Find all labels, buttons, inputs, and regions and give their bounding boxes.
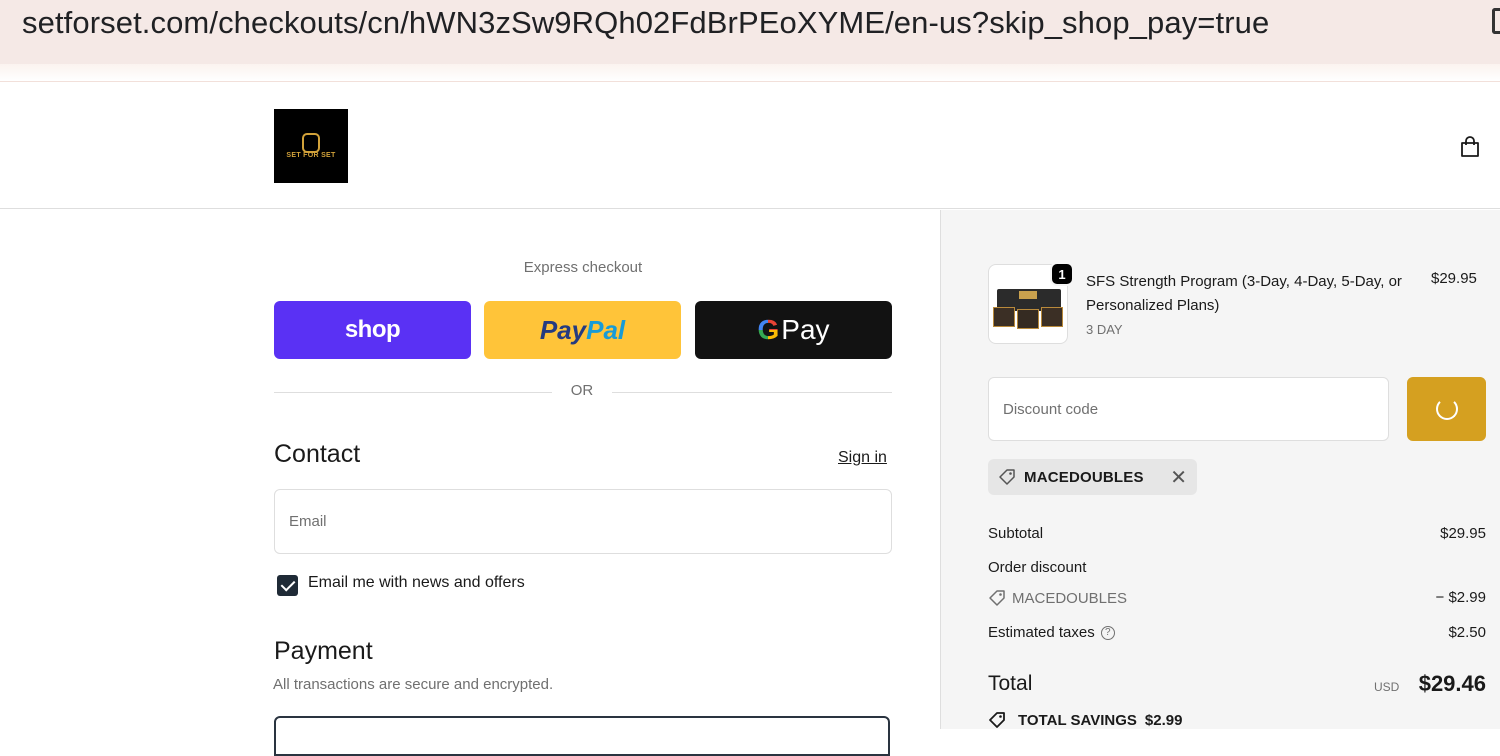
shop-pay-label: shop (344, 316, 401, 343)
or-divider-right (612, 392, 892, 393)
shop-pay-button[interactable]: shop (274, 301, 471, 359)
payment-heading: Payment (274, 637, 373, 665)
apply-discount-button[interactable] (1407, 377, 1486, 441)
loading-spinner-icon (1435, 398, 1458, 420)
estimated-taxes-label: Estimated taxes (988, 624, 1095, 641)
google-g-icon: G (757, 314, 780, 345)
tag-icon (999, 469, 1015, 485)
email-field[interactable] (274, 489, 892, 554)
total-savings-row: TOTAL SAVINGS $2.99 (988, 711, 1182, 729)
google-pay-button[interactable]: G Pay (695, 301, 892, 359)
help-icon[interactable]: ? (1100, 626, 1115, 641)
applied-discount-code: MACEDOUBLES (1024, 468, 1144, 486)
estimated-taxes-row: Estimated taxes? (988, 624, 1115, 641)
product-name: SFS Strength Program (3-Day, 4-Day, 5-Da… (1086, 273, 1402, 314)
store-logo[interactable]: SET FOR SET (274, 109, 348, 183)
total-savings-label: TOTAL SAVINGS (1018, 711, 1137, 729)
express-checkout-label: Express checkout (523, 259, 643, 276)
savings-tag-icon (989, 712, 1005, 728)
or-divider-label: OR (570, 382, 594, 399)
url-text[interactable]: setforset.com/checkouts/cn/hWN3zSw9RQh02… (22, 5, 1269, 41)
newsletter-checkbox[interactable] (277, 575, 298, 596)
payment-subtitle: All transactions are secure and encrypte… (273, 676, 554, 693)
estimated-taxes-value: $2.50 (1448, 624, 1486, 641)
sign-in-link[interactable]: Sign in (838, 449, 887, 467)
total-savings-value: $2.99 (1144, 711, 1183, 729)
address-bar-divider (0, 64, 1500, 82)
newsletter-label: Email me with news and offers (308, 574, 525, 591)
total-label: Total (988, 672, 1033, 695)
browser-menu-icon[interactable] (1492, 8, 1500, 34)
applied-discount-chip: MACEDOUBLES ✕ (988, 459, 1197, 495)
product-variant: 3 DAY (1086, 322, 1123, 337)
shopping-bag-icon[interactable] (1459, 136, 1481, 158)
subtotal-value: $29.95 (1440, 525, 1486, 542)
logo-mark-icon (302, 133, 320, 153)
total-value: $29.46 (1418, 671, 1486, 696)
product-price: $29.95 (1431, 270, 1477, 287)
total-currency: USD (1374, 680, 1400, 694)
store-header: SET FOR SET (0, 82, 1500, 209)
paypal-label-part2: Pal (586, 314, 626, 345)
discount-code-row: MACEDOUBLES (988, 589, 1127, 607)
discount-code-field[interactable] (988, 377, 1389, 441)
tag-icon (989, 590, 1005, 606)
discount-code-name: MACEDOUBLES (1012, 589, 1128, 607)
or-divider-left (274, 392, 552, 393)
discount-value: − $2.99 (1435, 589, 1486, 606)
remove-discount-close-icon[interactable]: ✕ (1170, 465, 1187, 490)
browser-address-bar[interactable]: setforset.com/checkouts/cn/hWN3zSw9RQh02… (0, 0, 1500, 64)
quantity-badge: 1 (1050, 262, 1074, 286)
logo-text: SET FOR SET (286, 152, 336, 159)
payment-method-box[interactable] (274, 716, 890, 756)
paypal-label-part1: Pay (539, 314, 587, 345)
order-discount-label: Order discount (988, 559, 1087, 576)
google-pay-label: Pay (781, 314, 830, 345)
paypal-button[interactable]: Pay Pal (484, 301, 681, 359)
subtotal-label: Subtotal (988, 525, 1044, 542)
contact-heading: Contact (274, 440, 361, 468)
